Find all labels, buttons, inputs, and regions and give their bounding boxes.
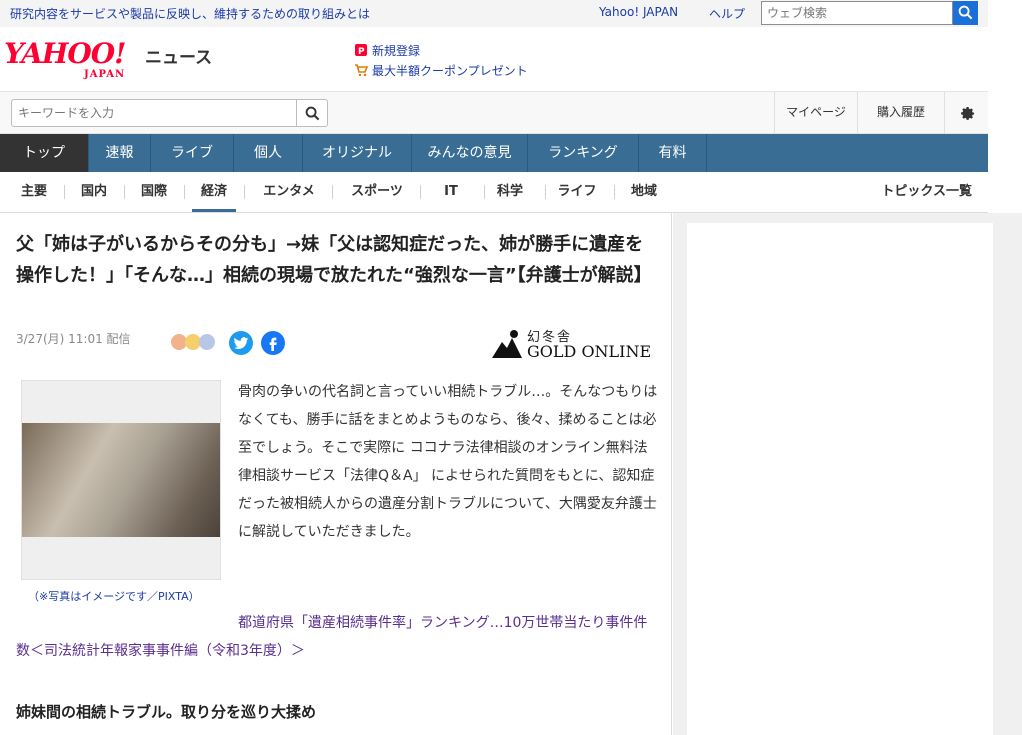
related-article-link[interactable]: 都道府県「遺産相続事件率」ランキング…10万世帯当たり事件件数＜司法統計年報家事… <box>16 609 656 665</box>
divider <box>184 185 185 199</box>
facebook-share-button[interactable] <box>261 331 285 355</box>
svg-text:P: P <box>358 47 365 57</box>
divider <box>420 185 421 199</box>
tab-ranking[interactable]: ランキング <box>528 134 639 172</box>
category-navigation: 主要 国内 国際 経済 エンタメ スポーツ IT 科学 ライフ 地域 トピックス… <box>0 172 988 213</box>
facebook-icon <box>269 337 277 351</box>
section-heading: 姉妹間の相続トラブル。取り分を巡り大揉め <box>16 703 317 721</box>
web-search-input[interactable] <box>761 1 953 25</box>
category-international[interactable]: 国際 <box>130 172 178 212</box>
category-local[interactable]: 地域 <box>622 172 666 212</box>
ad-slot <box>687 223 993 735</box>
main-navigation: トップ 速報 ライブ 個人 オリジナル みんなの意見 ランキング 有料 <box>0 134 988 172</box>
divider <box>332 185 333 199</box>
keyword-search-button[interactable] <box>296 99 328 127</box>
category-domestic[interactable]: 国内 <box>70 172 118 212</box>
divider <box>244 185 245 199</box>
article-title: 父「姉は子がいるからその分も」→妹「父は認知症だった、姉が勝手に遺産を操作した！… <box>16 234 652 286</box>
mypage-link[interactable]: マイページ <box>774 92 857 135</box>
photo-thumbnail <box>22 423 220 537</box>
coupon-link[interactable]: 最大半額クーポンプレゼント <box>354 60 528 80</box>
search-row: マイページ 購入履歴 <box>0 91 988 135</box>
search-icon <box>305 106 320 121</box>
twitter-icon <box>233 337 249 350</box>
category-it[interactable]: IT <box>432 172 470 212</box>
twitter-share-button[interactable] <box>229 331 253 355</box>
register-link[interactable]: P 新規登録 <box>354 40 528 60</box>
top-utility-bar: 研究内容をサービスや製品に反映し、維持するための取り組みとは Yahoo! JA… <box>0 0 988 27</box>
purchase-history-link[interactable]: 購入履歴 <box>857 92 944 135</box>
header-promos: P 新規登録 最大半額クーポンプレゼント <box>354 40 528 80</box>
gear-icon <box>960 107 974 120</box>
category-entertainment[interactable]: エンタメ <box>252 172 326 212</box>
category-main[interactable]: 主要 <box>10 172 58 212</box>
publisher-name: GOLD ONLINE <box>527 342 652 361</box>
divider <box>545 185 546 199</box>
promo-link[interactable]: 研究内容をサービスや製品に反映し、維持するための取り組みとは <box>10 5 370 22</box>
tab-top[interactable]: トップ <box>0 134 89 172</box>
divider <box>64 185 65 199</box>
sidebar <box>673 213 1022 735</box>
category-economy[interactable]: 経済 <box>192 172 236 212</box>
divider <box>614 185 615 199</box>
category-science[interactable]: 科学 <box>490 172 530 212</box>
article-date: 3/27(月) 11:01 配信 <box>16 332 131 346</box>
help-link[interactable]: ヘルプ <box>709 5 745 22</box>
reaction-button[interactable] <box>171 334 219 354</box>
article-main: 父「姉は子がいるからその分も」→妹「父は認知症だった、姉が勝手に遺産を操作した！… <box>0 213 672 735</box>
keyword-search-input[interactable] <box>11 99 296 127</box>
publisher-logo[interactable]: 幻冬舎 GOLD ONLINE <box>490 326 655 364</box>
photo-caption: （※写真はイメージです／PIXTA） <box>28 590 200 603</box>
logo-japan-text: JAPAN <box>84 69 126 80</box>
cart-icon <box>354 63 369 77</box>
article-summary: 骨肉の争いの代名詞と言っていい相続トラブル…。そんなつもりはなくても、勝手に話を… <box>238 384 658 540</box>
yahoo-news-logo[interactable]: YAHOO! JAPAN ニュース <box>4 39 214 89</box>
web-search-button[interactable] <box>953 1 978 25</box>
tab-live[interactable]: ライブ <box>151 134 234 172</box>
tab-individual[interactable]: 個人 <box>234 134 303 172</box>
settings-button[interactable] <box>944 92 988 135</box>
site-header: YAHOO! JAPAN ニュース P 新規登録 最大半額クーポンプレゼント <box>0 27 988 90</box>
topics-list-link[interactable]: トピックス一覧 <box>881 172 972 212</box>
logo-news-text: ニュース <box>145 48 213 68</box>
search-icon <box>958 5 973 20</box>
coupon-label: 最大半額クーポンプレゼント <box>372 63 528 78</box>
divider <box>124 185 125 199</box>
tab-paid[interactable]: 有料 <box>639 134 707 172</box>
paypay-icon: P <box>354 43 368 57</box>
logo-yahoo-text: YAHOO! <box>4 37 126 70</box>
register-label: 新規登録 <box>372 43 421 58</box>
article-image[interactable] <box>21 380 221 580</box>
category-sports[interactable]: スポーツ <box>340 172 414 212</box>
divider <box>484 185 485 199</box>
category-life[interactable]: ライフ <box>552 172 602 212</box>
tab-original[interactable]: オリジナル <box>303 134 412 172</box>
tab-opinions[interactable]: みんなの意見 <box>412 134 528 172</box>
sad-face-icon <box>199 334 215 350</box>
tab-breaking[interactable]: 速報 <box>89 134 151 172</box>
publisher-emblem-icon <box>492 330 522 358</box>
yahoo-japan-link[interactable]: Yahoo! JAPAN <box>599 5 678 19</box>
